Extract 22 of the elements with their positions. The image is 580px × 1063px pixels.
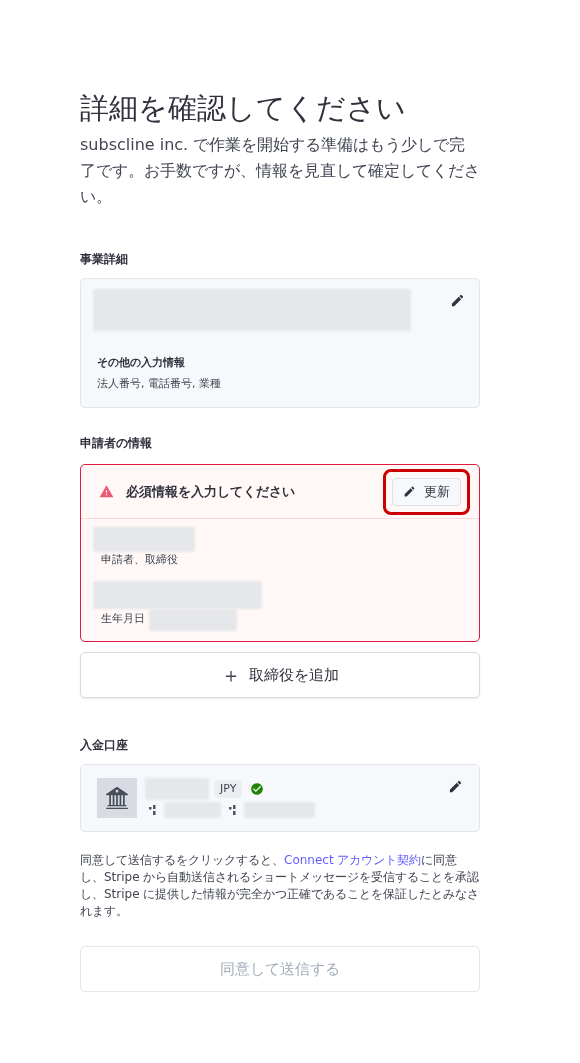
page-title: 詳細を確認してください: [80, 90, 407, 127]
currency-badge: JPY: [214, 780, 243, 798]
section-label: 申請者の情報: [80, 435, 153, 452]
role-text: 申請者、取締役: [101, 552, 179, 568]
pencil-icon: [403, 485, 416, 498]
section-label: 入金口座: [80, 737, 129, 754]
update-button[interactable]: 更新: [392, 477, 461, 506]
alert-text: 必須情報を入力してください: [126, 482, 295, 501]
field-value: 法人番号, 電話番号, 業種: [97, 375, 222, 392]
field-label: その他の入力情報: [97, 355, 186, 371]
agreement-link[interactable]: Connect アカウント契約: [284, 853, 422, 867]
routing-icon: [149, 805, 156, 815]
warning-icon: [99, 484, 114, 499]
edit-icon[interactable]: [450, 293, 465, 308]
add-director-button[interactable]: ＋ 取締役を追加: [80, 652, 480, 698]
routing-icon: [229, 805, 236, 815]
edit-icon[interactable]: [448, 779, 463, 794]
field-label: 生年月日: [101, 611, 145, 628]
section-label: 事業詳細: [80, 251, 129, 268]
intro-text: subscline inc. で作業を開始する準備はもう少しで完了です。お手数ですが、情報を見直して確定してください。: [80, 134, 480, 208]
consent-text: 同意して送信するをクリックすると、Connect アカウント契約に同意し、Stripe から自動送信されるショートメッセージを受信することを承認し、Stripe に提供した情報が完全かつ正確であることを保証したとみなされます。: [80, 852, 480, 920]
bank-icon: [97, 778, 137, 818]
